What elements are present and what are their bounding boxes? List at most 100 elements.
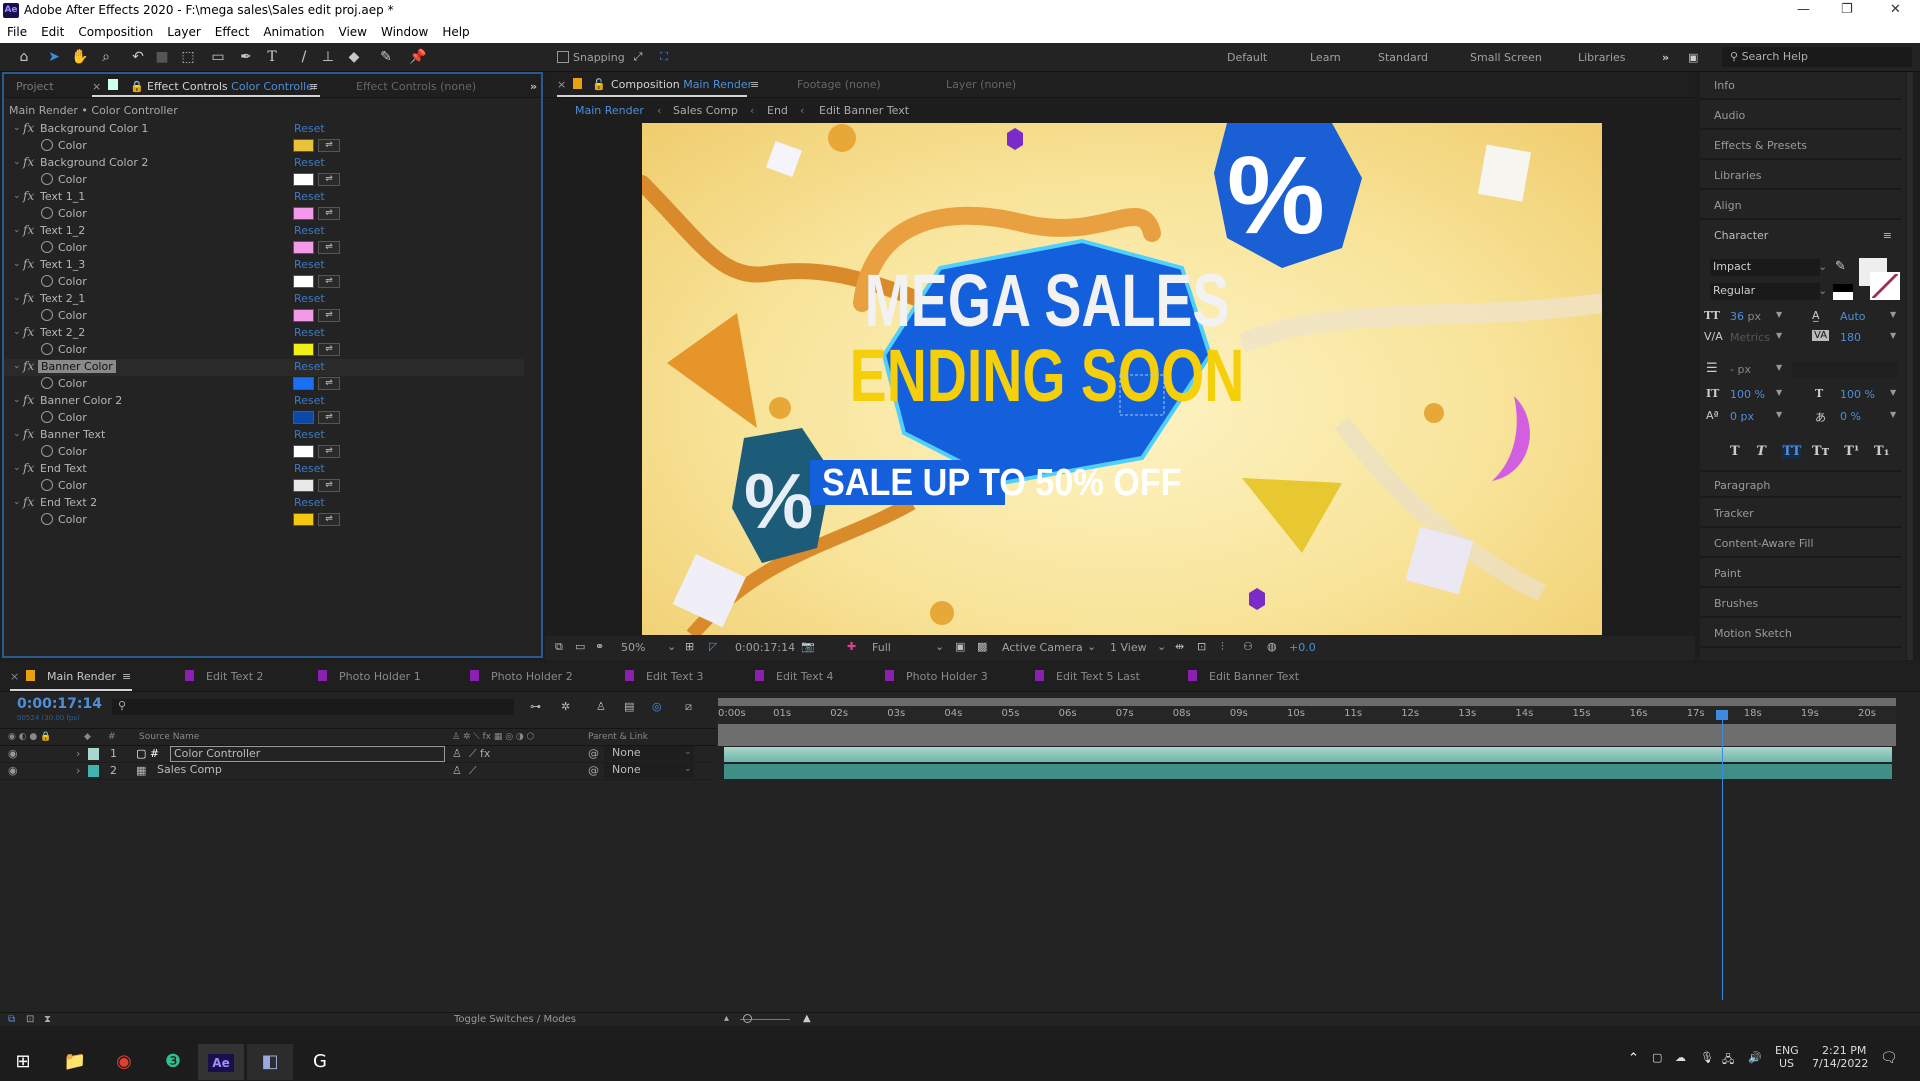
search-help-field[interactable]: ⚲ Search Help (1722, 47, 1912, 67)
breadcrumb-edit-banner-text[interactable]: Edit Banner Text (819, 104, 909, 117)
zoom-tool-icon[interactable]: ⌕ (96, 48, 116, 66)
panel-paint[interactable]: Paint (1700, 560, 1902, 588)
kerning-value[interactable]: Metrics (1730, 331, 1770, 344)
panel-align[interactable]: Align (1700, 192, 1902, 220)
3d-app-icon[interactable]: ❸ (150, 1044, 196, 1080)
snapping-checkbox[interactable] (557, 51, 569, 63)
stopwatch-icon[interactable] (41, 241, 53, 253)
vertical-scale-value[interactable]: 100 % (1730, 388, 1765, 401)
effect-header[interactable]: ⌄ fx Text 1_1 Reset (4, 189, 524, 206)
mask-visibility-icon[interactable]: ⚭ (595, 640, 604, 653)
color-swatch[interactable] (293, 275, 314, 288)
chevron-down-icon[interactable]: ⌄ (935, 640, 944, 653)
superscript-button[interactable]: T¹ (1844, 444, 1859, 459)
zoom-level-dropdown[interactable]: 50% (621, 641, 645, 654)
fx-toggle-icon[interactable]: fx (23, 393, 34, 407)
zoom-in-icon[interactable]: ▲ (803, 1013, 811, 1024)
selection-tool-icon[interactable]: ➤ (44, 48, 64, 66)
workspace-standard[interactable]: Standard (1378, 51, 1428, 64)
fx-toggle-icon[interactable]: fx (23, 325, 34, 339)
volume-icon[interactable]: 🔊 (1748, 1051, 1762, 1064)
frame-blending-icon[interactable]: ▤ (624, 700, 634, 713)
effect-header[interactable]: ⌄ fx End Text Reset (4, 461, 524, 478)
workspace-small-screen[interactable]: Small Screen (1470, 51, 1542, 64)
tab-composition[interactable]: Composition Main Render (611, 78, 752, 91)
media-encoder-icon[interactable]: ◧ (247, 1044, 293, 1080)
twirl-down-icon[interactable]: ⌄ (13, 497, 21, 507)
effect-name[interactable]: Text 1_1 (40, 190, 85, 203)
fx-toggle-icon[interactable]: fx (23, 359, 34, 373)
toggle-switches-modes[interactable]: Toggle Switches / Modes (454, 1014, 576, 1025)
region-of-interest-icon[interactable]: ⊞ (685, 640, 694, 653)
baseline-shift-value[interactable]: 0 px (1730, 410, 1754, 423)
timeline-tab[interactable]: Photo Holder 2 (470, 670, 573, 683)
lock-icon[interactable]: 🔒 (130, 80, 144, 93)
color-swatch[interactable] (293, 445, 314, 458)
timeline-current-time[interactable]: 0:00:17:14 (17, 696, 102, 712)
layer-switches-icon[interactable]: ⧉ (8, 1014, 15, 1025)
chevron-down-icon[interactable]: ⌄ (1087, 640, 1096, 653)
toggle-transparency-icon[interactable]: ▩ (977, 640, 987, 653)
label-color-swatch[interactable] (88, 748, 99, 760)
layer-name[interactable]: Sales Comp (157, 763, 222, 776)
reset-link[interactable]: Reset (294, 326, 325, 339)
panel-paragraph[interactable]: Paragraph (1700, 470, 1902, 498)
panel-effects-presets[interactable]: Effects & Presets (1700, 132, 1902, 160)
system-clock[interactable]: 2:21 PM 7/14/2022 (1812, 1044, 1868, 1070)
tab-project[interactable]: Project (16, 80, 54, 93)
timeline-tab[interactable]: Photo Holder 3 (885, 670, 988, 683)
twirl-down-icon[interactable]: ⌄ (13, 293, 21, 303)
timeline-tab[interactable]: Edit Text 4 (755, 670, 834, 683)
camera-dropdown[interactable]: Active Camera (1002, 641, 1083, 654)
tab-effect-controls[interactable]: Effect Controls Color Controller (147, 80, 317, 93)
effect-header[interactable]: ⌄ fx Text 1_2 Reset (4, 223, 524, 240)
exposure-value[interactable]: +0.0 (1289, 641, 1316, 654)
reset-link[interactable]: Reset (294, 496, 325, 509)
channel-icon[interactable]: ✚ (847, 640, 856, 653)
hand-tool-icon[interactable]: ✋ (70, 48, 90, 66)
visibility-eye-icon[interactable]: ◉ (8, 764, 18, 777)
twirl-icon[interactable]: › (76, 747, 80, 760)
reset-link[interactable]: Reset (294, 428, 325, 441)
pan-behind-tool-icon[interactable]: ⬚ (178, 48, 198, 66)
faux-bold-button[interactable]: T (1730, 444, 1740, 459)
twirl-down-icon[interactable]: ⌄ (13, 157, 21, 167)
timeline-tab[interactable]: Edit Text 5 Last (1035, 670, 1140, 683)
chevron-down-icon[interactable]: ▼ (1776, 388, 1782, 397)
twirl-down-icon[interactable]: ⌄ (13, 361, 21, 371)
motion-blur-icon[interactable]: ◎ (652, 700, 662, 713)
effect-name[interactable]: Text 1_2 (40, 224, 85, 237)
effect-header[interactable]: ⌄ fx Background Color 1 Reset (4, 121, 524, 138)
color-swatch[interactable] (293, 139, 314, 152)
effect-header[interactable]: ⌄ fx Banner Color 2 Reset (4, 393, 524, 410)
menu-edit[interactable]: Edit (34, 22, 71, 43)
playhead[interactable] (1715, 710, 1728, 1000)
close-tab-icon[interactable]: × (557, 78, 566, 91)
composition-mini-flowchart-icon[interactable]: ⊶ (530, 700, 541, 713)
eyedropper-icon[interactable]: ⇌ (318, 343, 340, 356)
eyedropper-icon[interactable]: ⇌ (318, 241, 340, 254)
effect-name[interactable]: Banner Text (40, 428, 105, 441)
start-button-icon[interactable]: ⊞ (0, 1044, 46, 1080)
color-swatch[interactable] (293, 207, 314, 220)
chevron-down-icon[interactable]: ▼ (1890, 388, 1896, 397)
timeline-tab[interactable]: Edit Text 3 (625, 670, 704, 683)
restore-button[interactable]: ❐ (1841, 2, 1853, 17)
puppet-pin-tool-icon[interactable]: 📌 (408, 48, 428, 66)
reset-link[interactable]: Reset (294, 224, 325, 237)
color-swatch[interactable] (293, 343, 314, 356)
color-swatch[interactable] (293, 479, 314, 492)
menu-composition[interactable]: Composition (71, 22, 160, 43)
stroke-width-value[interactable]: - px (1730, 363, 1751, 376)
menu-help[interactable]: Help (435, 22, 476, 43)
workspace-libraries[interactable]: Libraries (1578, 51, 1626, 64)
font-style-dropdown[interactable]: Regular (1710, 283, 1820, 300)
layer-duration-bar[interactable] (724, 764, 1892, 779)
menu-animation[interactable]: Animation (256, 22, 331, 43)
visibility-eye-icon[interactable]: ◉ (8, 747, 18, 760)
twirl-down-icon[interactable]: ⌄ (13, 123, 21, 133)
timeline-tab[interactable]: Main Render (26, 670, 116, 683)
font-size-value[interactable]: 36 px (1730, 310, 1761, 323)
effect-name[interactable]: Banner Color 2 (40, 394, 122, 407)
tracking-value[interactable]: 180 (1840, 331, 1861, 344)
